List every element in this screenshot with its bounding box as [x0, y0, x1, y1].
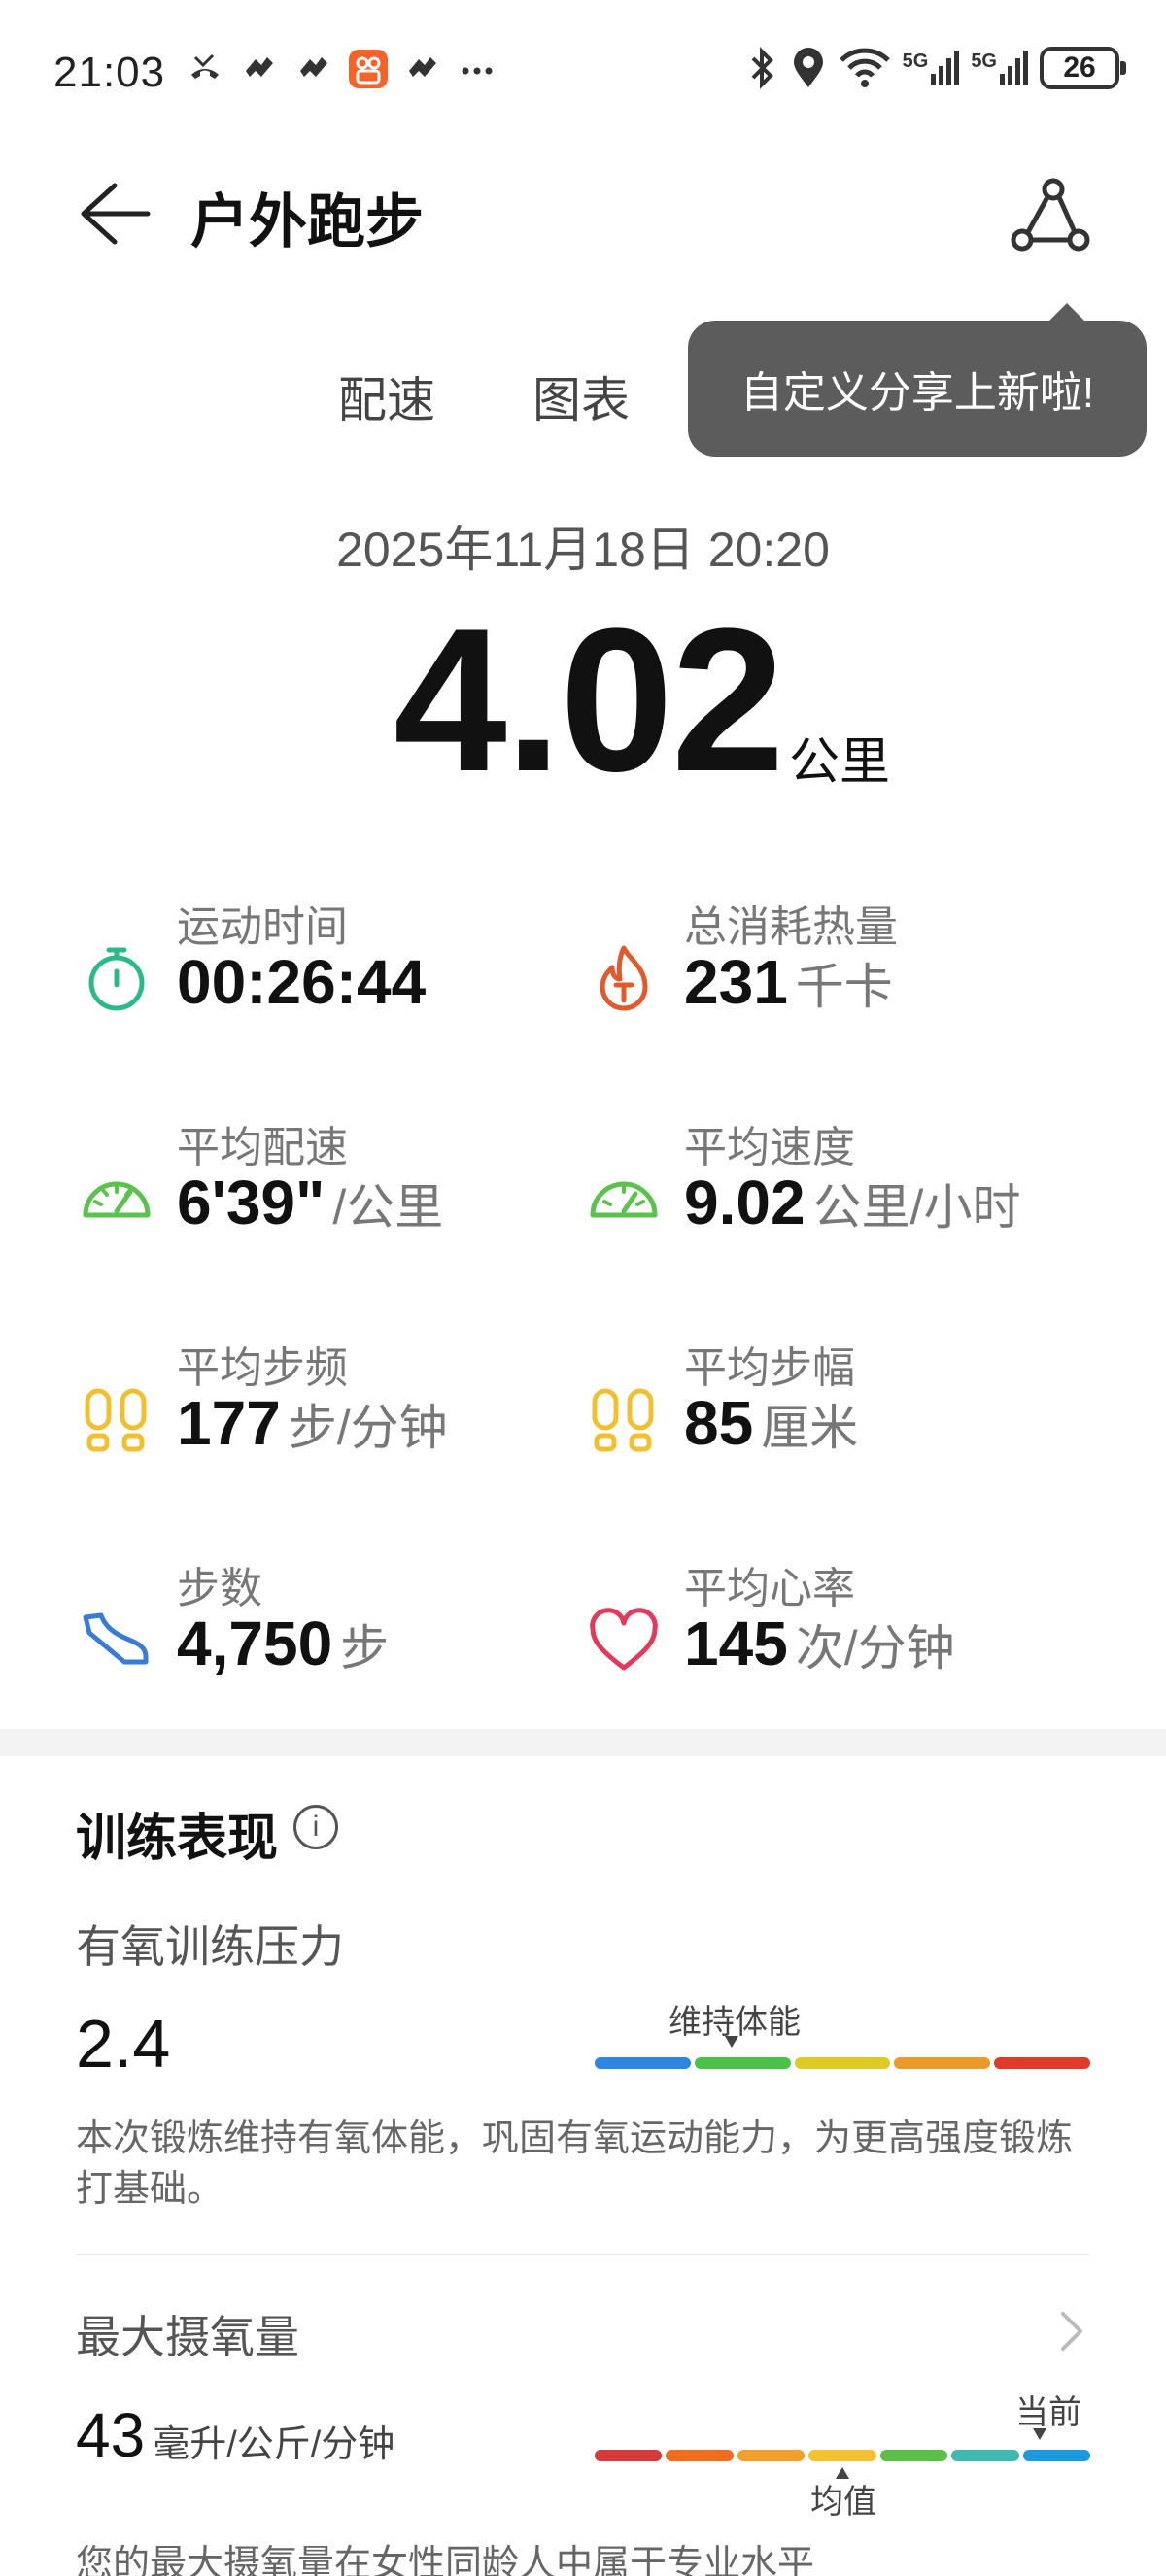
metric-label: 平均步频 — [177, 1344, 348, 1392]
more-notifications-icon — [455, 47, 499, 91]
vo2max-value: 43 — [76, 2400, 146, 2470]
metric-label: 步数 — [177, 1565, 262, 1612]
scale-segment — [994, 2057, 1090, 2069]
metric-avg-speed: 平均速度 9.02 公里/小时 — [587, 1112, 1092, 1297]
status-indicators: 5G 5G 26 — [745, 47, 1126, 89]
status-bar: 21:03 5G 5G 26 — [0, 0, 1166, 146]
metric-label: 平均步幅 — [684, 1344, 855, 1392]
aerobic-load-value: 2.4 — [76, 2006, 171, 2082]
vo2max-current-label: 当前 — [1015, 2394, 1081, 2431]
training-description: 本次锻炼维持有氧体能，巩固有氧运动能力，为更高强度锻炼打基础。 — [76, 2118, 1074, 2210]
info-icon[interactable]: i — [293, 1805, 338, 1849]
speedometer-icon — [590, 1181, 658, 1218]
metric-value: 00:26:44 — [177, 947, 427, 1017]
workout-datetime: 2025年11月18日 20:20 — [336, 523, 830, 577]
missed-call-icon — [183, 47, 227, 91]
share-icon[interactable] — [1011, 178, 1090, 254]
metric-value: 145 — [684, 1609, 788, 1678]
scale-segment — [1022, 2450, 1090, 2461]
tab-charts[interactable]: 图表 — [532, 361, 630, 431]
footprints-icon — [85, 1388, 147, 1452]
metric-unit: 步/分钟 — [288, 1401, 448, 1455]
vo2max-reading: 43 毫升/公斤/分钟 — [76, 2399, 394, 2471]
scale-segment — [808, 2450, 876, 2461]
metric-unit: 次/分钟 — [795, 1621, 955, 1676]
wifi-icon — [839, 48, 890, 87]
distance-value: 4.02 — [394, 586, 785, 814]
scale-segment — [595, 2450, 663, 2461]
metric-unit: 公里/小时 — [812, 1180, 1021, 1235]
scale-segment — [894, 2057, 991, 2069]
metric-value: 85 — [684, 1388, 754, 1458]
network-type: 5G — [902, 51, 929, 72]
metric-avg-cadence: 平均步频 177 步/分钟 — [80, 1333, 585, 1517]
health-app-icon — [292, 47, 336, 91]
metric-duration: 运动时间 00:26:44 — [80, 892, 585, 1076]
scale-segment — [737, 2450, 806, 2461]
heart-icon — [590, 1608, 658, 1671]
vo2max-title[interactable]: 最大摄氧量 — [76, 2302, 299, 2366]
metric-calories: 总消耗热量 231 千卡 — [587, 892, 1092, 1076]
battery-icon: 26 — [1040, 47, 1126, 89]
aerobic-load-scale — [595, 2057, 1090, 2069]
metric-value: 6'39" — [177, 1168, 326, 1237]
back-arrow-icon[interactable] — [76, 180, 152, 248]
vo2max-current-marker — [1033, 2428, 1046, 2440]
metric-value: 177 — [177, 1388, 281, 1458]
app-notification-icon — [346, 47, 391, 91]
page-title: 户外跑步 — [190, 189, 424, 254]
aerobic-load-marker — [725, 2036, 738, 2048]
bluetooth-icon — [751, 47, 773, 89]
metric-unit: 步 — [340, 1621, 390, 1676]
tab-pace[interactable]: 配速 — [338, 361, 435, 431]
scale-segment — [879, 2450, 948, 2461]
health-app-icon — [400, 47, 445, 91]
vo2max-unit: 毫升/公斤/分钟 — [153, 2424, 395, 2465]
aerobic-load-title: 有氧训练压力 — [76, 1921, 344, 1972]
status-time: 21:03 — [53, 49, 166, 96]
scale-segment — [595, 2057, 691, 2069]
metric-label: 平均配速 — [177, 1124, 348, 1171]
metric-unit: /公里 — [332, 1180, 444, 1235]
section-divider — [0, 1729, 1166, 1756]
metric-label: 运动时间 — [177, 903, 348, 951]
scale-segment — [951, 2450, 1019, 2461]
metric-value: 4,750 — [177, 1609, 333, 1678]
metric-unit: 厘米 — [761, 1401, 859, 1455]
gauge-icon — [83, 1181, 151, 1218]
metric-unit: 千卡 — [795, 960, 893, 1014]
metric-avg-heart-rate: 平均心率 145 次/分钟 — [587, 1553, 1092, 1738]
metric-avg-pace: 平均配速 6'39"/公里 — [80, 1112, 585, 1297]
distance-unit: 公里 — [789, 734, 891, 791]
scale-segment — [794, 2057, 891, 2069]
metric-label: 平均速度 — [684, 1124, 855, 1171]
vo2max-note: 您的最大摄氧量在女性同龄人中属于专业水平 — [76, 2544, 815, 2576]
scale-segment — [694, 2057, 791, 2069]
chevron-right-icon[interactable] — [1057, 2308, 1086, 2355]
divider — [76, 2254, 1090, 2255]
tooltip-text: 自定义分享上新啦! — [739, 369, 1095, 417]
metric-label: 总消耗热量 — [684, 903, 898, 951]
metric-value: 231 — [684, 947, 788, 1017]
footprints-icon — [592, 1388, 654, 1452]
vo2max-scale — [595, 2450, 1090, 2461]
metric-value: 9.02 — [684, 1168, 806, 1237]
health-app-icon — [237, 47, 282, 91]
scale-segment — [666, 2450, 734, 2461]
location-icon — [793, 48, 823, 87]
metric-steps: 步数 4,750 步 — [80, 1553, 585, 1738]
notification-icons — [183, 47, 499, 91]
signal-5g-icon: 5G — [903, 51, 960, 85]
flame-icon — [600, 945, 648, 1011]
section-title-training: 训练表现 — [76, 1811, 279, 1867]
network-type: 5G — [971, 51, 997, 72]
stopwatch-icon — [88, 947, 145, 1011]
metric-avg-stride: 平均步幅 85 厘米 — [587, 1333, 1092, 1517]
share-tooltip[interactable]: 自定义分享上新啦! — [688, 303, 1147, 457]
vo2max-average-label: 均值 — [810, 2484, 876, 2521]
battery-level: 26 — [1063, 51, 1096, 84]
shoe-icon — [83, 1612, 149, 1665]
signal-5g-icon: 5G — [971, 51, 1028, 85]
metric-label: 平均心率 — [684, 1565, 855, 1612]
